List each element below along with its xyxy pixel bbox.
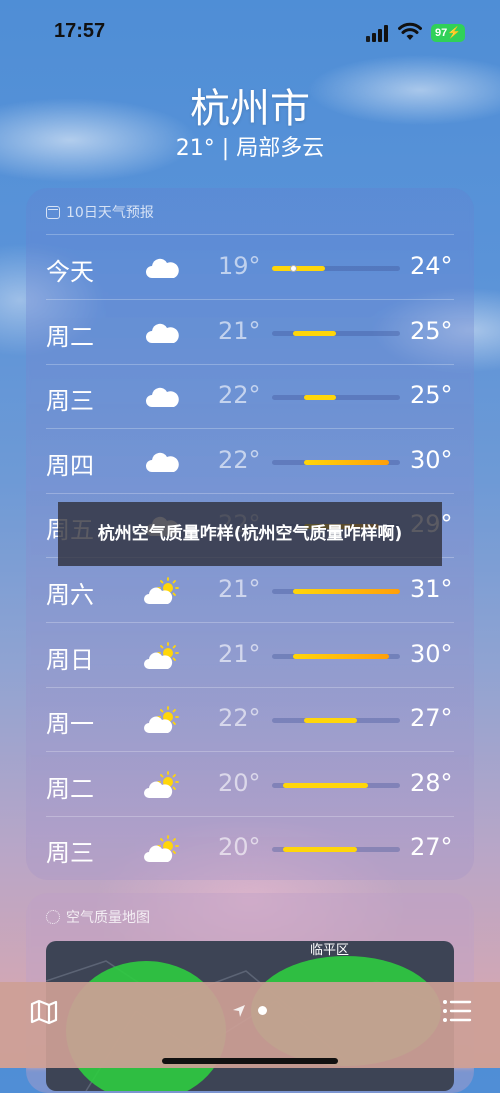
forecast-low: 22° [218, 704, 261, 733]
overlay-caption: 杭州空气质量咋样(杭州空气质量咋样啊) [58, 502, 442, 566]
map-district-label: 临平区 [310, 943, 350, 958]
temperature-range-fill [282, 847, 358, 853]
forecast-low: 22° [218, 381, 261, 410]
forecast-high: 24° [410, 252, 453, 280]
battery-indicator: 97⚡ [431, 24, 465, 42]
forecast-low: 21° [218, 316, 261, 345]
divider [46, 234, 454, 235]
temperature-range-fill [293, 589, 400, 594]
bottom-toolbar [0, 982, 500, 1068]
forecast-high: 31° [410, 575, 453, 603]
forecast-day: 周二 [46, 322, 94, 351]
page-indicator-dot[interactable] [258, 1006, 267, 1015]
forecast-row[interactable]: 周六 21° 31° [26, 559, 474, 623]
wifi-icon [398, 22, 422, 40]
cloud-icon [142, 254, 182, 284]
forecast-row[interactable]: 今天 19° 24° [26, 236, 474, 300]
temperature-range-fill [304, 395, 336, 401]
partly-sunny-icon [142, 835, 182, 865]
forecast-high: 25° [410, 316, 453, 345]
forecast-high: 25° [410, 381, 453, 410]
forecast-day: 周日 [46, 645, 94, 674]
partly-sunny-icon [142, 770, 182, 801]
cloud-icon [142, 383, 182, 413]
list-icon[interactable] [442, 998, 472, 1024]
temperature-range-fill [293, 330, 336, 336]
air-quality-header-label: 空气质量地图 [66, 910, 150, 926]
forecast-header-label: 10日天气预报 [66, 205, 154, 221]
forecast-high: 27° [410, 704, 453, 733]
air-quality-header: 空气质量地图 [46, 907, 150, 927]
temperature-range-bar [272, 330, 400, 336]
temperature-range-fill [304, 718, 358, 724]
temperature-range-bar [272, 653, 400, 659]
forecast-low: 20° [218, 768, 261, 797]
home-indicator[interactable] [162, 1058, 338, 1064]
city-name: 杭州市 [190, 86, 310, 132]
temperature-range-bar [272, 782, 400, 788]
forecast-row[interactable]: 周三 20° 27° [26, 817, 474, 881]
temperature-range-fill [293, 653, 390, 659]
forecast-row[interactable]: 周日 21° 30° [26, 624, 474, 688]
forecast-low: 20° [218, 833, 261, 862]
forecast-day: 周二 [46, 774, 94, 803]
partly-sunny-icon [142, 706, 182, 736]
temperature-range-bar [272, 459, 400, 465]
partly-sunny-icon [142, 641, 182, 672]
forecast-day: 周六 [46, 581, 94, 609]
forecast-day: 周四 [46, 451, 94, 480]
forecast-low: 19° [218, 252, 261, 280]
temperature-range-bar [272, 589, 400, 594]
location-arrow-icon[interactable] [232, 1004, 246, 1018]
forecast-row[interactable]: 周三 22° 25° [26, 365, 474, 430]
overlay-caption-text: 杭州空气质量咋样(杭州空气质量咋样啊) [97, 524, 403, 544]
temperature-range-bar [272, 718, 400, 724]
forecast-high: 30° [410, 639, 453, 668]
forecast-low: 21° [218, 575, 261, 603]
forecast-row[interactable]: 周二 21° 25° [26, 301, 474, 365]
map-icon[interactable] [30, 998, 58, 1026]
forecast-high: 27° [410, 833, 453, 862]
forecast-row[interactable]: 周二 20° 28° [26, 753, 474, 817]
forecast-day: 周三 [46, 839, 94, 868]
forecast-row[interactable]: 周一 22° 27° [26, 688, 474, 753]
current-temperature-dot [289, 265, 297, 272]
cellular-signal-icon [366, 24, 390, 42]
partly-sunny-icon [142, 577, 182, 607]
air-quality-icon [46, 910, 60, 924]
temperature-range-bar [272, 847, 400, 853]
forecast-day: 周三 [46, 387, 94, 416]
temperature-range-fill [282, 782, 368, 788]
forecast-header: 10日天气预报 [46, 202, 154, 222]
forecast-low: 21° [218, 639, 261, 668]
temperature-range-fill [304, 459, 390, 465]
forecast-day: 今天 [46, 258, 94, 286]
status-bar: 17:57 97⚡ [0, 0, 500, 64]
forecast-row[interactable]: 周四 22° 30° [26, 430, 474, 494]
status-time: 17:57 [54, 20, 106, 42]
forecast-day: 周一 [46, 710, 94, 739]
forecast-low: 22° [218, 445, 261, 474]
cloud-icon [142, 319, 182, 349]
temperature-range-bar [272, 395, 400, 401]
current-conditions: 21° | 局部多云 [175, 136, 325, 161]
calendar-icon [46, 205, 60, 219]
cloud-icon [142, 448, 182, 478]
temperature-range-fill [272, 266, 326, 271]
temperature-range-bar [272, 265, 400, 272]
forecast-high: 30° [410, 445, 453, 474]
forecast-high: 28° [410, 768, 453, 797]
